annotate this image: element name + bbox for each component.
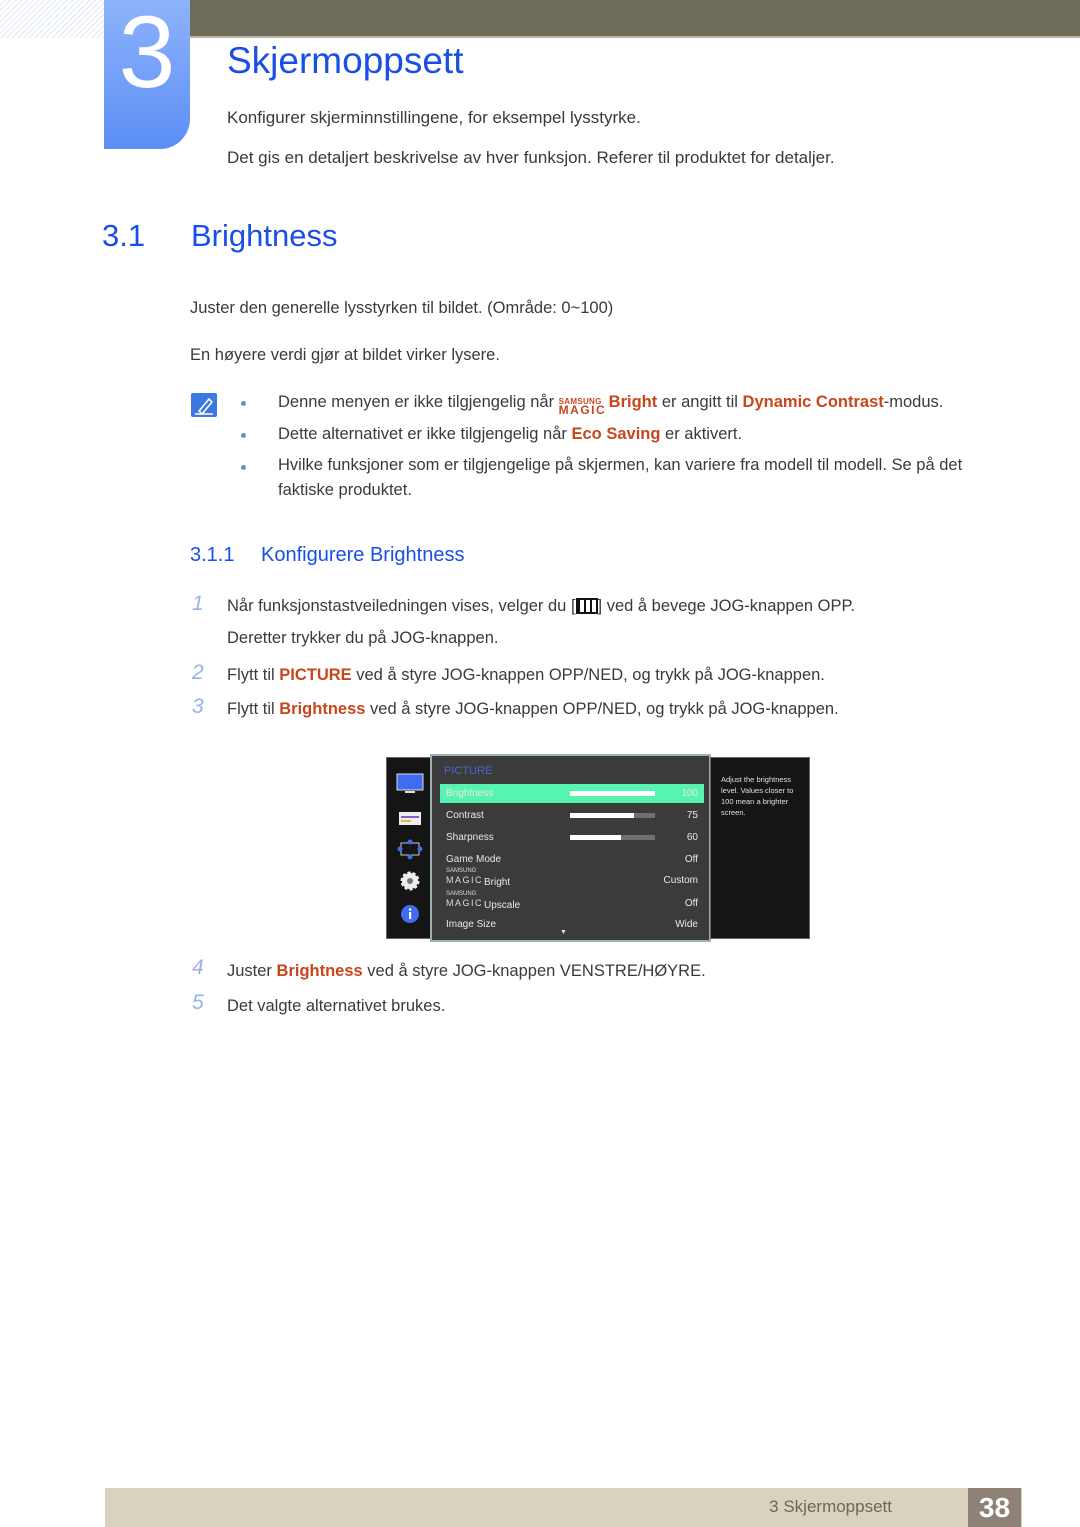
osd-level-fill bbox=[570, 791, 655, 796]
step-4: Juster Brightness ved å styre JOG-knappe… bbox=[227, 962, 706, 980]
chapter-title: Skjermoppsett bbox=[227, 40, 464, 81]
note-item-2: Dette alternativet er ikke tilgjengelig … bbox=[278, 425, 743, 443]
osd-row-label: Game Mode bbox=[446, 854, 502, 865]
osd-row-value: 60 bbox=[686, 832, 698, 843]
osd-menu-title: PICTURE bbox=[444, 765, 493, 777]
footer-chapter-label: 3 Skjermoppsett bbox=[769, 1497, 892, 1516]
chapter-number: 3 bbox=[118, 0, 176, 109]
step-1-line2: Deretter trykker du på JOG-knappen. bbox=[227, 629, 499, 647]
step-number: 3 bbox=[192, 695, 204, 718]
osd-row-label: Contrast bbox=[446, 810, 484, 821]
page-number: 38 bbox=[968, 1488, 1021, 1527]
osd-side-menu bbox=[386, 757, 431, 939]
step-5: Det valgte alternativet brukes. bbox=[227, 997, 446, 1015]
decorative-hatch bbox=[0, 0, 105, 38]
osd-level-bar[interactable] bbox=[570, 791, 655, 796]
size-position-icon[interactable] bbox=[396, 838, 424, 860]
osd-row-bright[interactable]: SAMSUNG MAGIC Bright Custom bbox=[440, 868, 704, 890]
osd-row-upscale[interactable]: SAMSUNG MAGIC Upscale Off bbox=[440, 891, 704, 913]
osd-row-value: Custom bbox=[663, 875, 698, 886]
samsung-magic-logo: SAMSUNG MAGIC bbox=[558, 397, 607, 417]
osd-row-image-size[interactable]: Image Size Wide bbox=[440, 915, 704, 934]
highlight-dynamic-contrast: Dynamic Contrast bbox=[742, 393, 884, 411]
scroll-down-arrow-icon[interactable]: ▼ bbox=[560, 929, 567, 936]
osd-row-label: Brightness bbox=[446, 788, 494, 799]
osd-row-value: Off bbox=[684, 854, 698, 865]
header-bar bbox=[190, 0, 1080, 38]
highlight-eco-saving: Eco Saving bbox=[571, 425, 661, 443]
highlight-bright: Bright bbox=[608, 393, 658, 411]
step-1: Når funksjonstastveiledningen vises, vel… bbox=[227, 597, 855, 615]
section-title: Brightness bbox=[191, 218, 338, 253]
subsection-heading: 3.1.1 Konfigurere Brightness bbox=[190, 544, 465, 566]
osd-row-brightness[interactable]: Brightness 100 bbox=[440, 784, 704, 803]
info-icon[interactable] bbox=[396, 903, 424, 925]
osd-help-text: Adjust the brightness level. Values clos… bbox=[721, 775, 794, 817]
chapter-intro-2: Det gis en detaljert beskrivelse av hver… bbox=[227, 148, 835, 167]
note-item-1: Denne menyen er ikke tilgjengelig når SA… bbox=[278, 393, 944, 417]
step-3: Flytt til Brightness ved å styre JOG-kna… bbox=[227, 700, 839, 718]
section-paragraph-1: Juster den generelle lysstyrken til bild… bbox=[190, 299, 614, 317]
picture-settings-icon[interactable] bbox=[396, 807, 424, 829]
osd-level-fill bbox=[570, 813, 634, 818]
step-number: 4 bbox=[192, 956, 204, 979]
osd-level-bar[interactable] bbox=[570, 813, 655, 818]
step-number: 2 bbox=[192, 661, 204, 684]
note-pencil-icon bbox=[191, 393, 217, 417]
osd-level-fill bbox=[570, 835, 621, 840]
gear-icon[interactable] bbox=[396, 870, 424, 892]
footer-bar: 3 Skjermoppsett 38 bbox=[105, 1488, 1022, 1527]
note-bullet bbox=[241, 433, 246, 438]
osd-row-game-mode[interactable]: Game Mode Off bbox=[440, 850, 704, 869]
step-number: 5 bbox=[192, 991, 204, 1014]
osd-row-label: Image Size bbox=[446, 919, 497, 930]
osd-row-sharpness[interactable]: Sharpness 60 bbox=[440, 828, 704, 847]
note-bullet bbox=[241, 465, 246, 470]
monitor-icon[interactable] bbox=[396, 773, 424, 795]
step-number: 1 bbox=[192, 592, 204, 615]
samsung-magic-logo: SAMSUNG MAGIC bbox=[446, 868, 484, 885]
samsung-magic-logo: SAMSUNG MAGIC bbox=[446, 891, 484, 908]
osd-row-contrast[interactable]: Contrast 75 bbox=[440, 806, 704, 825]
section-number: 3.1 bbox=[102, 218, 146, 253]
section-paragraph-2: En høyere verdi gjør at bildet virker ly… bbox=[190, 346, 500, 364]
menu-icon bbox=[575, 598, 598, 614]
chapter-intro-1: Konfigurer skjerminnstillingene, for eks… bbox=[227, 108, 641, 127]
note-item-3: Hvilke funksjoner som er tilgjengelige p… bbox=[278, 456, 963, 499]
osd-row-value: 75 bbox=[686, 810, 698, 821]
osd-row-value: Wide bbox=[675, 919, 698, 930]
osd-picture-menu: PICTURE Brightness 100 Contrast 75 Sharpness… bbox=[430, 754, 711, 942]
osd-row-value: 100 bbox=[681, 788, 698, 799]
osd-row-value: Off bbox=[684, 898, 698, 909]
osd-level-bar[interactable] bbox=[570, 835, 655, 840]
note-bullet bbox=[241, 401, 246, 406]
osd-row-label: Sharpness bbox=[446, 832, 494, 843]
osd-help-panel: Adjust the brightness level. Values clos… bbox=[710, 757, 810, 939]
osd-row-label: SAMSUNG MAGIC Upscale bbox=[446, 891, 521, 911]
chapter-tab: 3 bbox=[104, 0, 190, 149]
osd-row-label: SAMSUNG MAGIC Bright bbox=[446, 868, 511, 888]
step-2: Flytt til PICTURE ved å styre JOG-knappe… bbox=[227, 666, 825, 684]
